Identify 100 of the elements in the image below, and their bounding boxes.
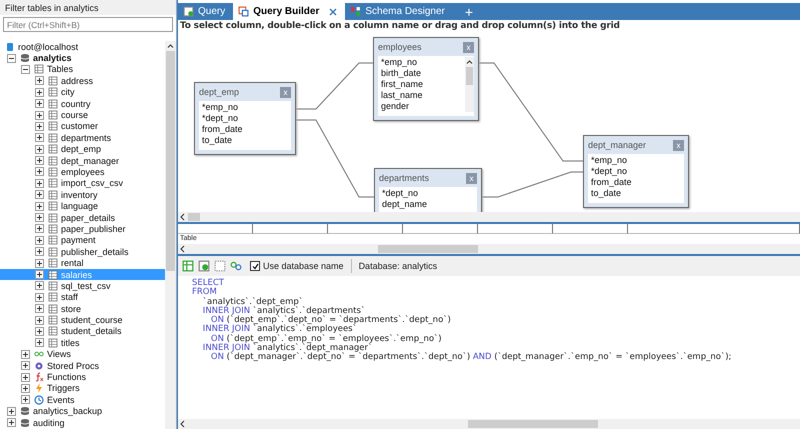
scroll-up-icon[interactable] <box>466 59 473 65</box>
tree-item[interactable]: rental <box>0 257 165 269</box>
expand-icon[interactable] <box>21 372 30 382</box>
table-node[interactable]: employees x *emp_no birth_date first_name last_name gender <box>373 37 479 121</box>
expand-icon[interactable] <box>35 110 44 120</box>
column-name[interactable]: *emp_no <box>588 155 684 166</box>
scroll-thumb[interactable] <box>378 245 478 253</box>
expand-icon[interactable] <box>35 167 44 176</box>
expand-icon[interactable] <box>21 350 30 359</box>
tree-item[interactable]: payment <box>0 234 165 246</box>
column-name[interactable]: *dept_no <box>588 166 684 177</box>
column-name[interactable]: dept_name <box>379 199 477 210</box>
tab[interactable]: Query Builder <box>233 3 346 20</box>
scroll-thumb[interactable] <box>468 420 598 428</box>
expand-icon[interactable] <box>35 270 44 279</box>
grid-cell[interactable] <box>403 224 478 234</box>
column-name[interactable]: last_name <box>378 90 465 101</box>
tree-item[interactable]: root@localhost <box>0 41 165 52</box>
expand-icon[interactable] <box>35 190 44 200</box>
expand-icon[interactable] <box>35 76 44 86</box>
expand-icon[interactable] <box>35 281 44 290</box>
collapse-icon[interactable] <box>7 54 16 63</box>
grid-cell[interactable] <box>253 224 328 234</box>
scroll-thumb[interactable] <box>166 51 175 271</box>
expand-icon[interactable] <box>35 88 44 97</box>
scrollbar[interactable] <box>178 419 800 429</box>
tree-item[interactable]: sql_test_csv <box>0 280 165 292</box>
tab[interactable]: Query <box>178 3 234 20</box>
expand-icon[interactable] <box>35 292 44 302</box>
tree-item[interactable]: language <box>0 200 165 212</box>
tree-item[interactable]: publisher_details <box>0 246 165 258</box>
scroll-left-icon[interactable] <box>179 245 187 253</box>
tree-item[interactable]: Tables <box>0 64 165 76</box>
expand-icon[interactable] <box>7 406 16 416</box>
table-node[interactable]: departments x *dept_no dept_name <box>374 168 482 212</box>
grid-cell[interactable] <box>553 224 628 234</box>
expand-icon[interactable] <box>7 418 16 428</box>
tree-item[interactable]: departments <box>0 132 165 144</box>
collapse-icon[interactable] <box>21 64 30 74</box>
tree-item[interactable]: course <box>0 109 165 121</box>
tree-item[interactable]: paper_publisher <box>0 223 165 235</box>
expand-icon[interactable] <box>35 156 44 166</box>
expand-icon[interactable] <box>35 326 44 336</box>
column-name[interactable]: *emp_no <box>199 102 291 113</box>
expand-icon[interactable] <box>35 236 44 245</box>
table-node[interactable]: dept_emp x *emp_no *dept_no from_date to_date <box>194 82 296 155</box>
scroll-thumb[interactable] <box>188 213 200 221</box>
expand-icon[interactable] <box>35 338 44 348</box>
scroll-thumb[interactable] <box>466 67 473 85</box>
tree-item[interactable]: Stored Procs <box>0 360 165 372</box>
close-icon[interactable] <box>329 8 338 16</box>
expand-icon[interactable] <box>35 122 44 131</box>
scrollbar[interactable] <box>165 41 176 429</box>
expand-icon[interactable] <box>35 213 44 222</box>
tree-item[interactable]: auditing <box>0 416 165 428</box>
column-name[interactable]: to_date <box>588 188 684 199</box>
column-name[interactable]: from_date <box>199 124 291 135</box>
grid-cell[interactable] <box>178 224 253 234</box>
tree-item[interactable]: Triggers <box>0 382 165 394</box>
table-node[interactable]: dept_manager x *emp_no *dept_no from_date to_date <box>583 135 689 208</box>
expand-icon[interactable] <box>35 304 44 314</box>
tree-item[interactable]: titles <box>0 337 165 349</box>
filter-field[interactable]: Filter (Ctrl+Shift+B) <box>3 17 173 32</box>
expand-icon[interactable] <box>35 178 44 188</box>
tree-item[interactable]: dept_manager <box>0 154 165 166</box>
tree-item[interactable]: dept_emp <box>0 144 165 155</box>
scrollbar[interactable] <box>465 57 474 112</box>
expand-icon[interactable] <box>21 384 30 393</box>
tree-item[interactable]: customer <box>0 120 165 132</box>
tree-item[interactable]: Events <box>0 394 165 406</box>
tree-item[interactable]: student_course <box>0 314 165 326</box>
tree-item[interactable]: student_details <box>0 326 165 338</box>
expand-icon[interactable] <box>35 99 44 108</box>
use-database-name-checkbox[interactable]: Use database name <box>250 261 344 271</box>
expand-icon[interactable] <box>35 258 44 268</box>
tree-item[interactable]: import_csv_csv <box>0 178 165 190</box>
column-name[interactable]: first_name <box>378 79 465 90</box>
column-name[interactable]: birth_date <box>378 68 465 79</box>
tree-item[interactable]: Functions <box>0 371 165 383</box>
tree-item[interactable]: address <box>0 75 165 87</box>
tree-item[interactable]: staff <box>0 292 165 303</box>
scrollbar[interactable] <box>178 244 800 254</box>
grid-cell[interactable] <box>628 224 800 234</box>
column-name[interactable]: *dept_no <box>379 188 477 199</box>
expand-icon[interactable] <box>21 395 30 404</box>
expand-icon[interactable] <box>35 133 44 142</box>
tree-item[interactable]: Views <box>0 348 165 360</box>
column-name[interactable]: to_date <box>199 135 291 146</box>
tab[interactable]: Schema Designer <box>345 3 453 20</box>
column-name[interactable]: *emp_no <box>378 57 465 68</box>
grid-cell[interactable] <box>328 224 403 234</box>
column-name[interactable]: gender <box>378 101 465 112</box>
expand-icon[interactable] <box>35 202 44 211</box>
expand-icon[interactable] <box>35 224 44 234</box>
tree-item[interactable]: paper_details <box>0 212 165 224</box>
expand-icon[interactable] <box>35 316 44 325</box>
tree-item[interactable]: analytics_backup <box>0 406 165 417</box>
column-name[interactable]: *dept_no <box>199 113 291 124</box>
scroll-left-icon[interactable] <box>179 420 187 428</box>
tree-item[interactable]: inventory <box>0 189 165 200</box>
